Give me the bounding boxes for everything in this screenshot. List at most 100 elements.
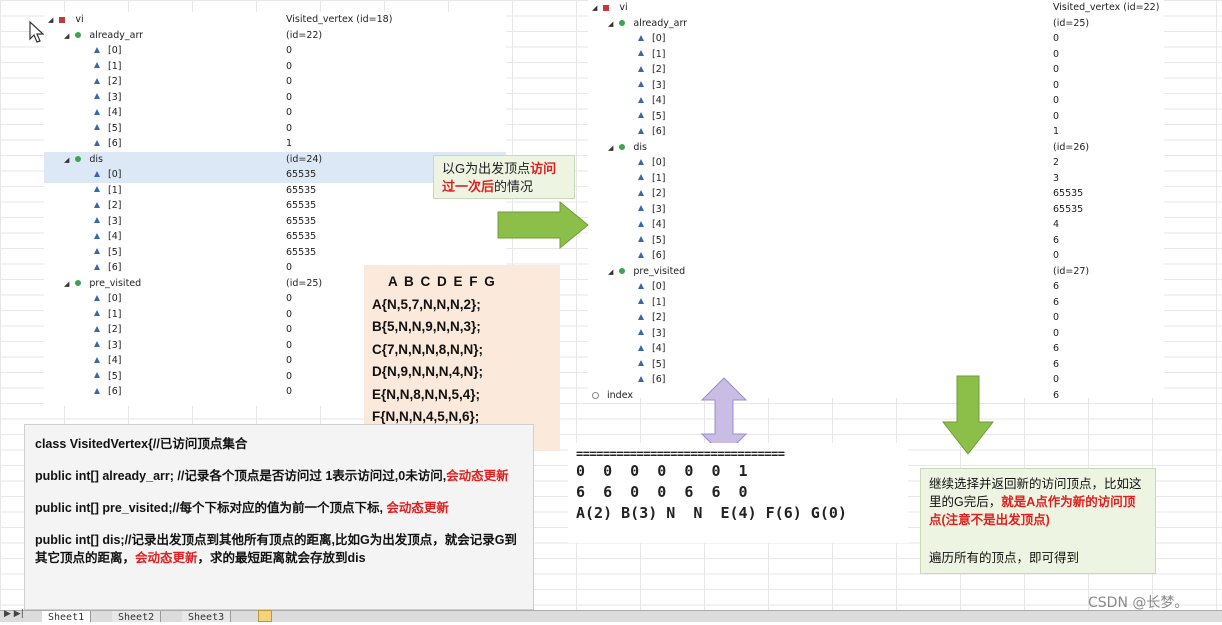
note-g-text-a: 以G为出发顶点 — [442, 161, 531, 176]
tree-row[interactable]: [4] 6 — [588, 341, 1164, 357]
expand-toggle-icon[interactable]: ◢ — [608, 144, 613, 152]
expand-toggle-icon[interactable]: ◢ — [592, 4, 597, 12]
array-item-icon — [94, 62, 100, 68]
tree-value: 1 — [1053, 126, 1060, 137]
tree-row[interactable]: [5] 6 — [588, 233, 1164, 249]
tab-sheet1[interactable]: Sheet1 — [42, 611, 92, 623]
tree-row[interactable]: [4] 0 — [588, 93, 1164, 109]
array-item-icon — [638, 251, 644, 258]
tree-value: 0 — [286, 308, 293, 320]
tree-row[interactable]: [1] 0 — [44, 59, 506, 75]
tree-row[interactable]: ◢ pre_visited (id=27) — [588, 264, 1164, 280]
tree-label: index — [607, 389, 633, 401]
array-item-icon — [638, 96, 644, 103]
tree-row[interactable]: [6] 0 — [588, 248, 1164, 264]
tree-label: [1] — [652, 48, 666, 60]
tree-row[interactable]: [3] 0 — [588, 78, 1164, 94]
tree-value: 65535 — [1053, 188, 1084, 199]
tree-row[interactable]: ◢ already_arr (id=22) — [44, 28, 506, 44]
tree-row[interactable]: [5] 0 — [44, 121, 506, 137]
tree-row[interactable]: [4] 0 — [44, 105, 506, 121]
tree-row[interactable]: [1] 6 — [588, 295, 1164, 311]
tree-row[interactable]: [2] 0 — [588, 62, 1164, 78]
tab-sheet2[interactable]: Sheet2 — [112, 611, 162, 623]
insert-sheet-icon[interactable] — [258, 610, 272, 622]
expand-toggle-icon[interactable]: ◢ — [608, 268, 613, 276]
tree-row[interactable]: ◢ dis (id=26) — [588, 140, 1164, 156]
tree-label: dis — [89, 153, 104, 165]
tree-row[interactable]: [3] 65535 — [588, 202, 1164, 218]
tree-value: (id=22) — [286, 29, 323, 41]
tree-row[interactable]: ◢ vi Visited_vertex (id=22) — [588, 0, 1164, 16]
tab-nav-left-icon[interactable]: ▶ ▶| — [4, 609, 24, 619]
tree-row-name: [6] — [94, 136, 121, 152]
tree-label: dis — [633, 141, 648, 153]
tree-label: [3] — [108, 215, 122, 227]
tree-label: [5] — [108, 370, 122, 382]
tree-label: [5] — [652, 110, 666, 122]
field-icon — [592, 391, 599, 399]
tree-row[interactable]: [3] 65535 — [44, 214, 506, 230]
tree-label: vi — [75, 14, 84, 25]
tree-row[interactable]: [6] 0 — [588, 372, 1164, 388]
tree-value: (id=25) — [1053, 17, 1090, 29]
tree-row[interactable]: [0] 0 — [44, 43, 506, 59]
tree-row[interactable]: [5] 6 — [588, 357, 1164, 373]
console-line-1: 0 0 0 0 0 0 1 — [576, 462, 748, 480]
tree-row[interactable]: [2] 65535 — [44, 198, 506, 214]
tree-row-name: [5] — [94, 369, 121, 385]
tree-row[interactable]: [4] 4 — [588, 217, 1164, 233]
tree-value: 6 — [1053, 358, 1060, 370]
tree-row-name: [0] — [638, 155, 665, 171]
tree-row[interactable]: [0] 2 — [588, 155, 1164, 171]
array-item-icon — [94, 310, 100, 316]
tree-row[interactable]: [2] 0 — [588, 310, 1164, 326]
tree-row[interactable]: [2] 0 — [44, 74, 506, 90]
expand-toggle-icon[interactable]: ◢ — [48, 16, 53, 24]
tree-value: 0 — [1053, 374, 1060, 385]
array-item-icon — [94, 93, 100, 99]
tree-value: (id=25) — [286, 277, 323, 289]
tree-row[interactable]: [5] 0 — [588, 109, 1164, 125]
tree-row-name: [3] — [94, 90, 121, 106]
tree-value: 0 — [286, 386, 293, 397]
tree-label: [1] — [652, 296, 666, 308]
tree-row[interactable]: [3] 0 — [44, 90, 506, 106]
tree-row-name: index — [592, 388, 633, 404]
tree-row[interactable]: [2] 65535 — [588, 186, 1164, 202]
tree-row[interactable]: [5] 65535 — [44, 245, 506, 261]
tab-sheet3[interactable]: Sheet3 — [182, 611, 232, 623]
tree-row[interactable]: index 6 — [588, 388, 1164, 404]
array-item-icon — [94, 341, 100, 347]
expand-toggle-icon[interactable]: ◢ — [608, 20, 613, 28]
tree-row-name: [5] — [94, 121, 121, 137]
tree-row-name: [1] — [638, 295, 665, 311]
tree-row[interactable]: [0] 0 — [588, 31, 1164, 47]
array-item-icon — [94, 108, 100, 115]
note-next-d: 遍历所有的顶点，即可得到 — [929, 551, 1080, 565]
tree-label: [6] — [108, 262, 122, 273]
tree-value: 65535 — [1053, 203, 1084, 215]
tree-row[interactable]: ◢ vi Visited_vertex (id=18) — [44, 12, 506, 28]
tree-label: [5] — [652, 358, 666, 370]
tree-row[interactable]: [3] 0 — [588, 326, 1164, 342]
tree-row[interactable]: [1] 3 — [588, 171, 1164, 187]
expand-toggle-icon[interactable]: ◢ — [64, 32, 69, 40]
array-item-icon — [94, 263, 100, 270]
expand-toggle-icon[interactable]: ◢ — [64, 280, 69, 288]
tree-label: [3] — [108, 91, 122, 103]
tree-row[interactable]: [6] 1 — [44, 136, 506, 152]
tree-row[interactable]: [6] 1 — [588, 124, 1164, 140]
tree-value: 0 — [1053, 250, 1060, 261]
tree-row[interactable]: [1] 0 — [588, 47, 1164, 63]
tree-row[interactable]: ◢ already_arr (id=25) — [588, 16, 1164, 32]
tree-value: 65535 — [286, 215, 317, 227]
expand-toggle-icon[interactable]: ◢ — [64, 156, 69, 164]
tree-label: [5] — [108, 246, 122, 258]
tree-value: 0 — [286, 355, 293, 366]
tree-row[interactable]: [4] 65535 — [44, 229, 506, 245]
tree-row-name: [4] — [638, 93, 665, 109]
tree-label: [4] — [108, 355, 122, 366]
array-item-icon — [94, 170, 100, 177]
tree-row[interactable]: [0] 6 — [588, 279, 1164, 295]
